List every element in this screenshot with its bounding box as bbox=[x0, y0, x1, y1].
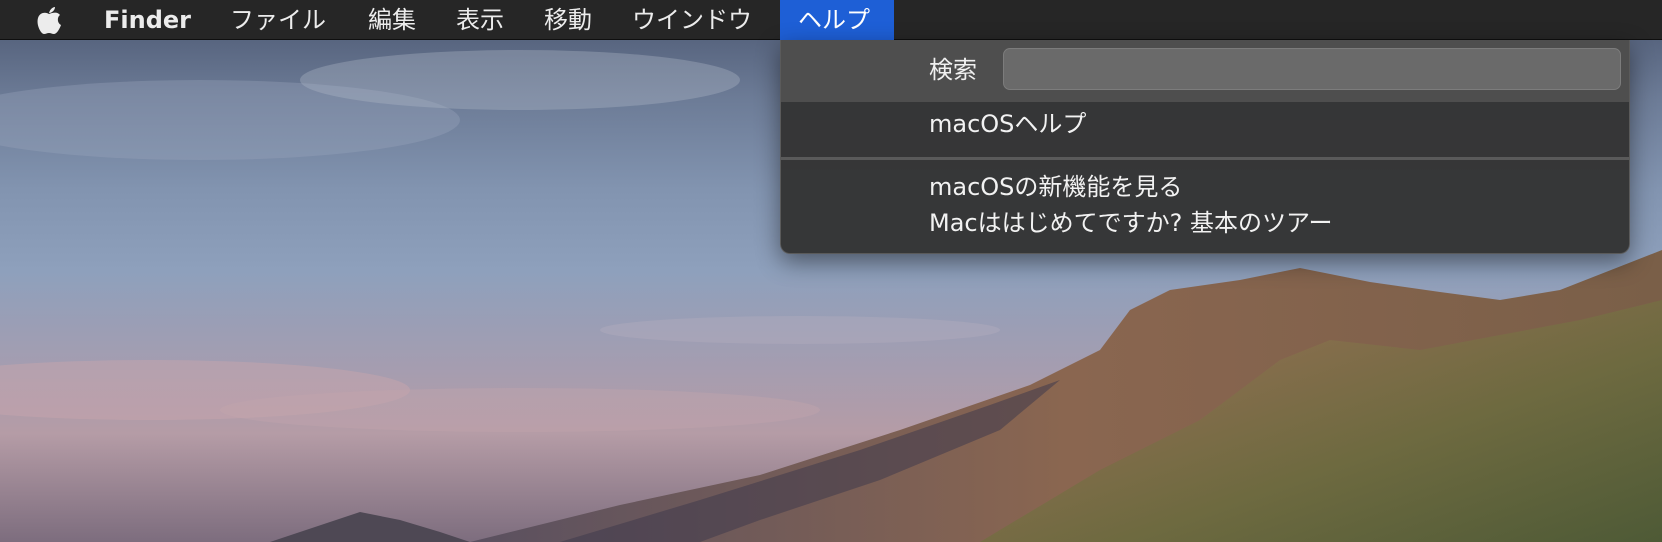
help-search-label: 検索 bbox=[929, 56, 977, 84]
menu-edit[interactable]: 編集 bbox=[350, 0, 434, 40]
menu-item-new-to-mac-tour[interactable]: Macははじめてですか? 基本のツアー bbox=[929, 206, 1333, 240]
help-dropdown-menu: 検索 macOSヘルプ macOSの新機能を見る Macははじめてですか? 基本… bbox=[780, 40, 1630, 254]
menu-window[interactable]: ウインドウ bbox=[614, 0, 770, 40]
menu-item-whats-new[interactable]: macOSの新機能を見る bbox=[929, 170, 1182, 204]
menu-separator bbox=[781, 157, 1629, 160]
help-search-row: 検索 bbox=[781, 40, 1629, 102]
desktop: Finder ファイル 編集 表示 移動 ウインドウ ヘルプ 検索 macOSヘ… bbox=[0, 0, 1662, 542]
menu-view[interactable]: 表示 bbox=[438, 0, 522, 40]
help-search-input[interactable] bbox=[1003, 48, 1621, 90]
apple-logo-icon[interactable] bbox=[36, 5, 62, 35]
menu-file[interactable]: ファイル bbox=[212, 0, 344, 40]
menu-bar: Finder ファイル 編集 表示 移動 ウインドウ ヘルプ bbox=[0, 0, 1662, 40]
menu-item-macos-help[interactable]: macOSヘルプ bbox=[929, 107, 1086, 141]
menu-help[interactable]: ヘルプ bbox=[780, 0, 894, 40]
menu-go[interactable]: 移動 bbox=[526, 0, 610, 40]
menu-finder[interactable]: Finder bbox=[86, 0, 209, 40]
